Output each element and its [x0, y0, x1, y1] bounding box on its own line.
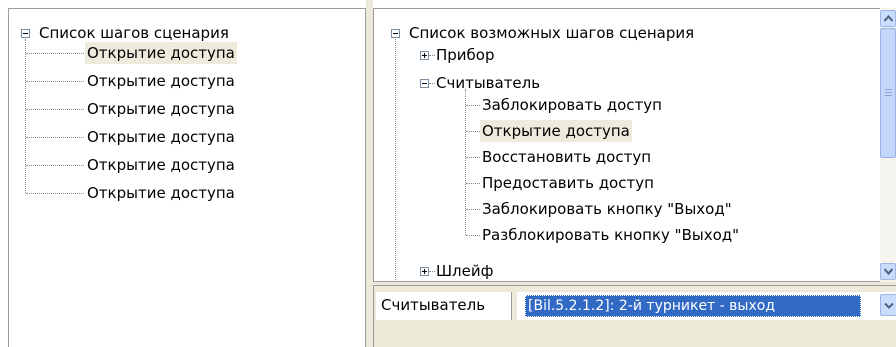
tree-item[interactable]: Восстановить доступ: [480, 146, 653, 168]
tree-group-device[interactable]: Прибор: [434, 44, 497, 66]
vertical-splitter[interactable]: [366, 0, 373, 347]
collapse-icon[interactable]: [391, 29, 400, 38]
tree-item[interactable]: Заблокировать кнопку "Выход": [480, 198, 734, 220]
vertical-scrollbar[interactable]: [880, 8, 896, 282]
property-grid: Считыватель [Bil.5.2.1.2]: 2-й турникет …: [373, 285, 896, 347]
tree-item[interactable]: Открытие доступа: [85, 154, 237, 176]
collapse-icon[interactable]: [420, 79, 429, 88]
tree-item[interactable]: Предоставить доступ: [480, 172, 656, 194]
tree-root-label: Список шагов сценария: [39, 24, 229, 42]
expand-icon[interactable]: [420, 267, 429, 276]
tree-item[interactable]: Открытие доступа: [85, 70, 237, 92]
collapse-icon[interactable]: [21, 29, 30, 38]
scroll-down-arrow-icon[interactable]: [880, 263, 896, 280]
available-steps-root[interactable]: Список возможных шагов сценария: [407, 22, 696, 44]
tree-item[interactable]: Разблокировать кнопку "Выход": [480, 224, 741, 246]
scenario-steps-root[interactable]: Список шагов сценария: [37, 22, 231, 44]
reader-select-value[interactable]: [Bil.5.2.1.2]: 2-й турникет - выход: [525, 295, 861, 317]
tree-group-loop[interactable]: Шлейф: [434, 260, 495, 281]
reader-property-label: Считыватель: [376, 292, 512, 320]
scroll-up-arrow-icon[interactable]: [880, 10, 896, 27]
reader-select[interactable]: [Bil.5.2.1.2]: 2-й турникет - выход: [517, 292, 896, 320]
chevron-down-icon[interactable]: [880, 294, 896, 316]
tree-item[interactable]: Заблокировать доступ: [480, 94, 664, 116]
scenario-steps-tree[interactable]: Список шагов сценария Открытие доступа О…: [8, 8, 366, 347]
tree-group-reader[interactable]: Считыватель: [434, 72, 542, 94]
tree-item[interactable]: Открытие доступа: [85, 98, 237, 120]
expand-icon[interactable]: [420, 51, 429, 60]
tree-item[interactable]: Открытие доступа: [85, 42, 237, 64]
tree-item[interactable]: Открытие доступа: [85, 126, 237, 148]
tree-item[interactable]: Открытие доступа: [480, 120, 632, 142]
scrollbar-thumb[interactable]: [880, 28, 896, 158]
available-steps-tree[interactable]: Список возможных шагов сценария Прибор С…: [373, 8, 896, 282]
tree-item[interactable]: Открытие доступа: [85, 182, 237, 204]
